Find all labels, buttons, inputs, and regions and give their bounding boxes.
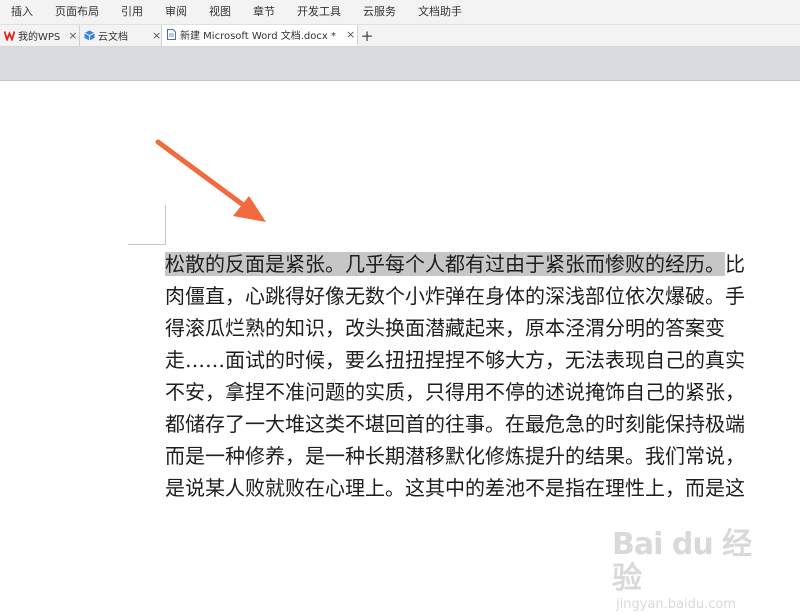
menu-view[interactable]: 视图 [198,0,242,24]
close-icon[interactable]: × [346,28,355,41]
toolbar-area [0,47,800,81]
paragraph-line: 是说某人败就败在心理上。这其中的差池不是指在理性上，而是这 [165,476,745,500]
menu-document-assistant[interactable]: 文档助手 [407,0,473,24]
tab-new-word-document[interactable]: 新建 Microsoft Word 文档.docx * × [162,25,358,46]
tab-label: 新建 Microsoft Word 文档.docx * [180,31,336,42]
watermark-url: jingyan.baidu.com [616,597,736,612]
baidu-jingyan-watermark: Bai du 经验 jingyan.baidu.com [612,528,772,613]
tab-my-wps[interactable]: 我的WPS × [0,25,80,46]
document-tab-bar: 我的WPS × 云文档 × 新建 Microsoft Word 文档.docx … [0,25,800,47]
watermark-logo: Bai du 经验 [612,527,752,596]
paragraph-line: 都储存了一大堆这类不堪回首的往事。在最危急的时刻能保持极端 [165,412,745,436]
close-icon[interactable]: × [152,29,161,42]
menu-review[interactable]: 审阅 [154,0,198,24]
paragraph-line: 走……面试的时候，要么扭扭捏捏不够大方，无法表现自己的真实 [165,348,745,372]
paragraph-line: 肉僵直，心跳得好像无数个小炸弹在身体的深浅部位依次爆破。手 [165,284,745,308]
document-icon [166,29,177,40]
wps-logo-icon [4,30,15,41]
line-continuation: 比 [725,252,745,276]
cloud-box-icon [84,30,95,41]
menu-bar: 插入 页面布局 引用 审阅 视图 章节 开发工具 云服务 文档助手 [0,0,800,25]
document-body[interactable]: 松散的反面是紧张。几乎每个人都有过由于紧张而惨败的经历。比 肉僵直，心跳得好像无… [165,248,800,504]
annotation-arrow-icon [155,139,266,222]
tab-label: 我的WPS [18,32,61,43]
tab-label: 云文档 [98,32,128,43]
paragraph-line: 松散的反面是紧张。几乎每个人都有过由于紧张而惨败的经历。比 [165,248,800,280]
paragraph-line: 不安，拿捏不准问题的实质，只得用不停的述说掩饰自己的紧张， [165,380,745,404]
tab-cloud-docs[interactable]: 云文档 × [80,25,162,46]
menu-references[interactable]: 引用 [110,0,154,24]
menu-developer-tools[interactable]: 开发工具 [286,0,352,24]
close-icon[interactable]: × [68,29,77,42]
new-tab-button[interactable]: + [358,25,376,46]
margin-corner-mark-horizontal [128,244,166,245]
paragraph-line: 得滚瓜烂熟的知识，改头换面潜藏起来，原本泾渭分明的答案变 [165,316,725,340]
menu-section[interactable]: 章节 [242,0,286,24]
paragraph-line: 而是一种修养，是一种长期潜移默化修炼提升的结果。我们常说， [165,444,745,468]
menu-cloud-services[interactable]: 云服务 [352,0,407,24]
menu-page-layout[interactable]: 页面布局 [44,0,110,24]
menu-insert[interactable]: 插入 [0,0,44,24]
selected-text[interactable]: 松散的反面是紧张。几乎每个人都有过由于紧张而惨败的经历。 [165,252,725,276]
